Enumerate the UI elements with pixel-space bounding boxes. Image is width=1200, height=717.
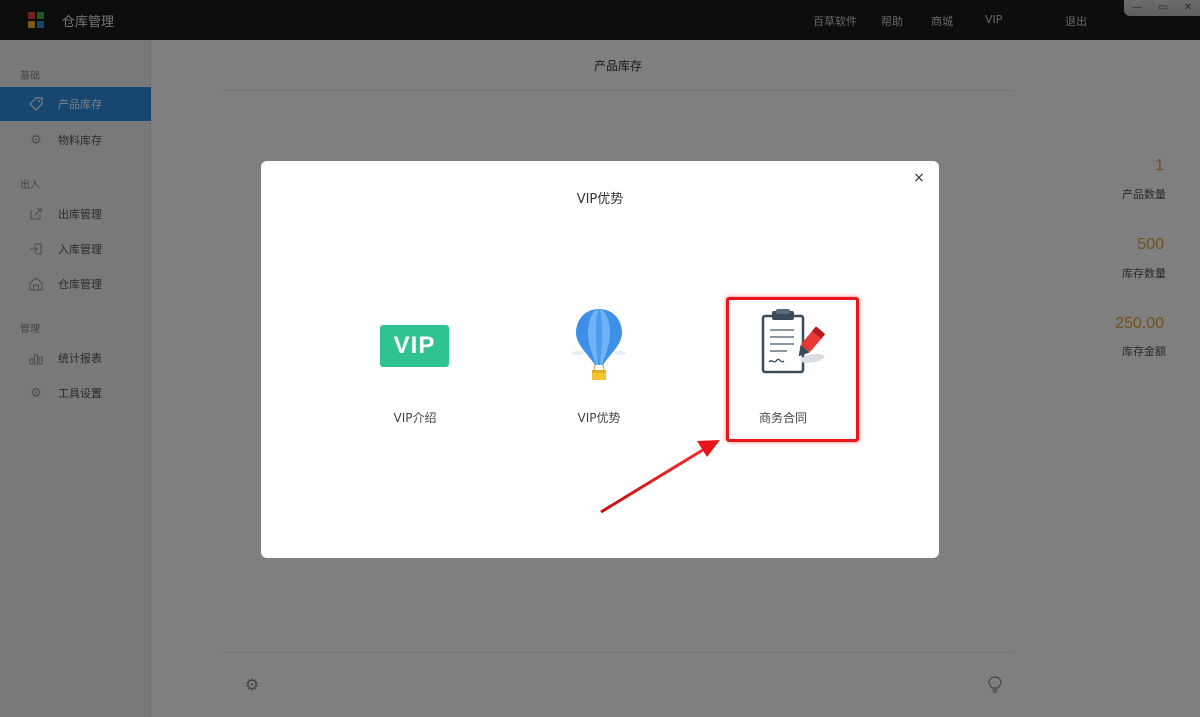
vip-advantages-dialog: VIP优势 × VIP介绍 VIP VIP优势 商务合同 — [261, 161, 939, 558]
dialog-title: VIP优势 — [576, 192, 624, 207]
contract-clipboard-icon — [761, 309, 826, 374]
vip-badge-icon: VIP — [380, 325, 449, 367]
option-label: VIP介绍 — [393, 411, 437, 425]
option-vip-intro[interactable]: VIP介绍 — [345, 301, 485, 441]
option-label: VIP优势 — [577, 411, 621, 425]
close-icon[interactable]: × — [911, 170, 927, 186]
option-label: 商务合同 — [758, 411, 807, 425]
hot-air-balloon-icon — [572, 309, 626, 380]
